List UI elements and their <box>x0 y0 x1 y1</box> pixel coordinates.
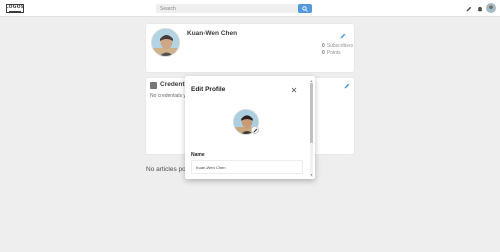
scroll-up-arrow[interactable]: ▲ <box>310 80 313 83</box>
scroll-down-arrow[interactable]: ▼ <box>310 174 313 177</box>
change-avatar-button[interactable] <box>251 126 259 134</box>
name-field[interactable] <box>191 160 303 174</box>
pencil-icon <box>253 128 257 132</box>
close-icon <box>291 87 296 92</box>
name-label: Name <box>191 152 205 158</box>
scrollbar-thumb[interactable] <box>310 83 313 143</box>
close-button[interactable] <box>290 86 297 93</box>
modal-title: Edit Profile <box>191 86 226 93</box>
modal-scrollbar[interactable]: ▲ ▼ <box>309 80 314 177</box>
edit-profile-modal: Edit Profile Name <box>185 76 315 179</box>
